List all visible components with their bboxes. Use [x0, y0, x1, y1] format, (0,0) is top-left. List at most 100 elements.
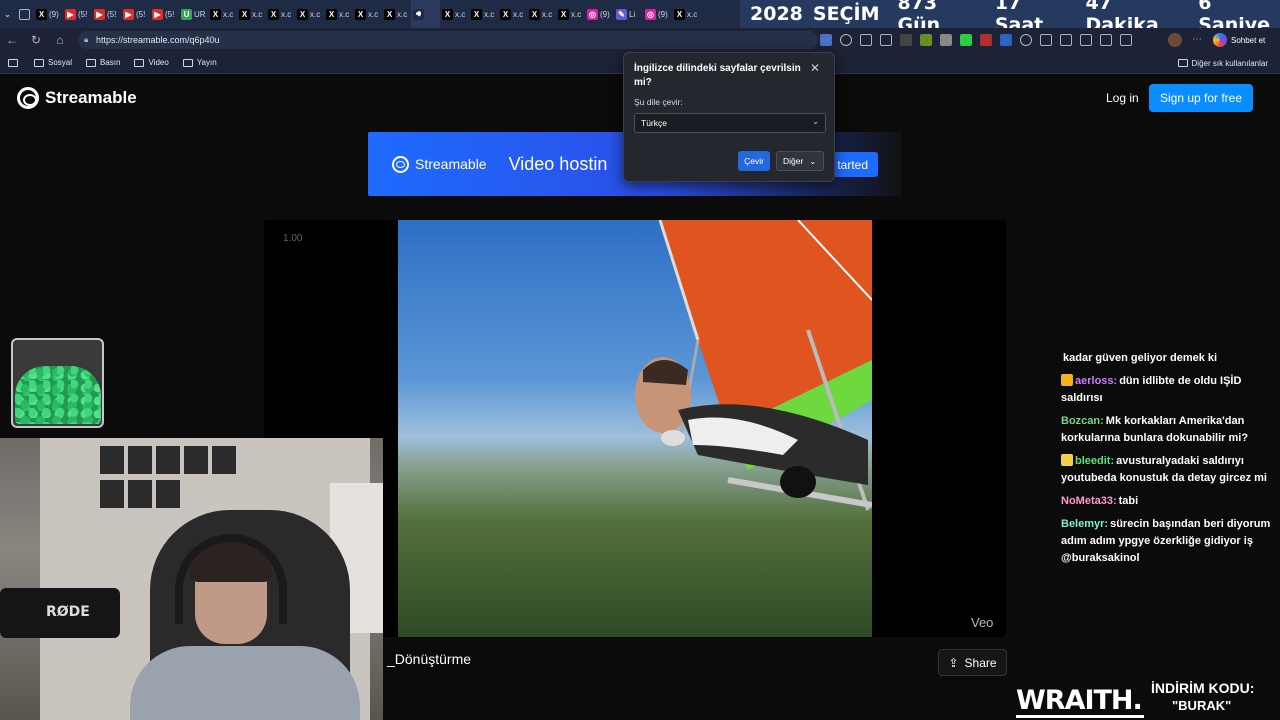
tab-label: x.c	[252, 9, 263, 19]
other-favorites-folder[interactable]: Diğer sık kullanılanlar	[1177, 52, 1268, 74]
hang-glider-illustration	[635, 220, 872, 511]
more-menu-icon[interactable]: ⋯	[1192, 34, 1202, 45]
reading-list-icon	[8, 58, 18, 67]
tab-label: (9)	[49, 9, 59, 19]
extension-icon-4[interactable]	[960, 34, 972, 46]
browser-tab[interactable]: Xx.c	[266, 0, 295, 28]
collections-icon[interactable]	[1120, 34, 1132, 46]
reading-list-button[interactable]	[8, 58, 18, 67]
x-icon: X	[500, 8, 511, 20]
video-frame[interactable]	[398, 220, 872, 637]
chat-text: kadar güven geliyor demek ki	[1063, 352, 1218, 364]
playback-speed[interactable]: 1.00	[283, 233, 302, 244]
chat-message: kadar güven geliyor demek ki	[1061, 350, 1271, 367]
chat-message: Bozcan: Mk korkakları Amerika'dan korkula…	[1061, 413, 1271, 447]
browser-tab[interactable]: ◎ (9)	[643, 0, 672, 28]
x-icon: X	[239, 8, 250, 20]
url-field[interactable]: 🔒︎ https://streamable.com/q6p40u	[78, 31, 818, 49]
tab-label: (5!	[136, 9, 146, 19]
signup-button[interactable]: Sign up for free	[1149, 84, 1253, 112]
split-screen-icon[interactable]	[1040, 34, 1052, 46]
extension-icon-5[interactable]	[980, 34, 992, 46]
workspaces-icon	[19, 8, 30, 20]
browser-tab[interactable]: Xx.c	[556, 0, 585, 28]
browser-tab[interactable]: ▶ (5!	[92, 0, 121, 28]
tab-actions-button[interactable]: ⌄	[0, 0, 17, 28]
browser-tab[interactable]: Xx.c	[440, 0, 469, 28]
zoom-icon[interactable]	[840, 34, 852, 46]
youtube-icon: ▶	[123, 8, 134, 20]
browser-tab[interactable]: X (9)	[34, 0, 63, 28]
profile-avatar[interactable]	[1168, 33, 1182, 47]
instagram-icon: ◎	[587, 8, 598, 20]
chat-message: bleedit: avusturalyadaki saldırıyı youtub…	[1061, 453, 1271, 487]
share-label: Share	[964, 655, 997, 670]
tab-label: x.c	[687, 9, 698, 19]
favorite-star-icon[interactable]	[880, 34, 892, 46]
browser-tab[interactable]: Xx.c	[208, 0, 237, 28]
translate-button[interactable]: Çevir	[738, 151, 770, 171]
refresh-button[interactable]: ↻	[24, 28, 48, 52]
tab-label: (9)	[600, 9, 610, 19]
browser-tab[interactable]: ✎ Li	[614, 0, 643, 28]
folder-icon	[86, 58, 97, 67]
browser-tab[interactable]: 🔊︎	[411, 0, 440, 28]
browser-essentials-icon[interactable]	[1100, 34, 1112, 46]
browser-tab[interactable]: Xx.c	[295, 0, 324, 28]
bookmark-folder-video[interactable]: Video	[134, 58, 169, 67]
browser-tab[interactable]: ▶ (5!	[63, 0, 92, 28]
read-aloud-icon[interactable]	[860, 34, 872, 46]
bookmark-folder-yayin[interactable]: Yayın	[182, 58, 217, 67]
workspaces-button[interactable]	[17, 0, 34, 28]
browser-tab[interactable]: Xx.c	[382, 0, 411, 28]
back-button[interactable]: ←	[0, 28, 24, 52]
promo-code: "BURAK"	[1172, 698, 1232, 713]
extension-icon-1[interactable]	[900, 34, 912, 46]
close-icon[interactable]: ✕	[810, 61, 820, 75]
more-options-button[interactable]: Diğer ⌄	[776, 151, 824, 171]
tab-label: x.c	[397, 9, 408, 19]
extension-icon-3[interactable]	[940, 34, 952, 46]
browser-tab[interactable]: Xx.c	[672, 0, 701, 28]
browser-tab[interactable]: Xx.c	[469, 0, 498, 28]
folder-icon	[34, 58, 44, 67]
browser-tab[interactable]: Xx.c	[353, 0, 382, 28]
youtube-icon: ▶	[94, 8, 105, 20]
youtube-icon: ▶	[152, 8, 163, 20]
tab-label: x.c	[542, 9, 553, 19]
extension-icon-2[interactable]	[920, 34, 932, 46]
x-icon: X	[36, 8, 47, 20]
extension-icon-6[interactable]	[1000, 34, 1012, 46]
extensions-icon[interactable]	[1060, 34, 1072, 46]
browser-tab[interactable]: Xx.c	[498, 0, 527, 28]
browser-tab[interactable]: Xx.c	[324, 0, 353, 28]
home-button[interactable]: ⌂	[48, 28, 72, 52]
folder-icon	[182, 58, 193, 67]
login-link[interactable]: Log in	[1106, 91, 1139, 105]
more-options-label: Diğer	[783, 156, 804, 166]
bookmark-folder-basin[interactable]: Basın	[86, 58, 120, 67]
bookmark-folder-sosyal[interactable]: Sosyal	[34, 58, 72, 67]
language-value: Türkçe	[641, 118, 667, 128]
settings-icon[interactable]	[1020, 34, 1032, 46]
browser-tab[interactable]: Xx.c	[237, 0, 266, 28]
microphone-brand: RØDE	[46, 604, 90, 620]
veo-watermark: Veo	[971, 615, 994, 630]
browser-tab[interactable]: ◎ (9)	[585, 0, 614, 28]
favorites-icon[interactable]	[1080, 34, 1092, 46]
chevron-down-icon: ⌄	[809, 156, 817, 166]
streamable-logo[interactable]: Streamable	[17, 87, 137, 109]
tab-label: x.c	[571, 9, 582, 19]
browser-tab[interactable]: U UR	[179, 0, 208, 28]
browser-tab[interactable]: ▶ (5!	[121, 0, 150, 28]
language-select[interactable]: Türkçe ⌄	[634, 113, 826, 133]
bookmark-label: Yayın	[196, 58, 217, 67]
translate-icon[interactable]	[820, 34, 832, 46]
x-icon: X	[268, 8, 279, 20]
share-button[interactable]: ⇪ Share	[938, 649, 1007, 676]
copilot-chat-button[interactable]: Sohbet et	[1213, 31, 1265, 49]
browser-tab[interactable]: ▶ (5!	[150, 0, 179, 28]
banner-logo: Streamable	[392, 155, 487, 173]
extension-icons	[820, 28, 1132, 52]
browser-tab[interactable]: Xx.c	[527, 0, 556, 28]
